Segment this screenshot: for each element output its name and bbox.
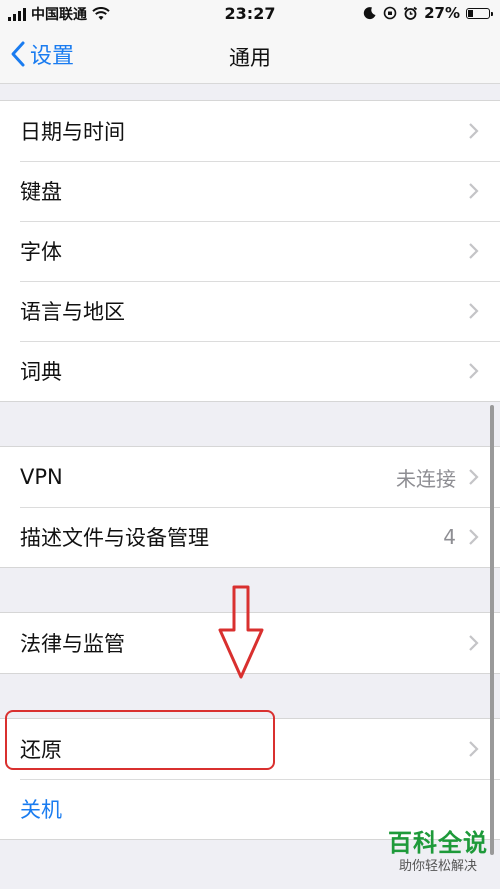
chevron-right-icon <box>469 183 479 199</box>
chevron-right-icon <box>469 635 479 651</box>
chevron-right-icon <box>469 303 479 319</box>
do-not-disturb-icon <box>363 7 376 20</box>
row-date-time[interactable]: 日期与时间 <box>0 101 500 161</box>
row-label: 日期与时间 <box>20 120 125 144</box>
row-label: 描述文件与设备管理 <box>20 526 209 550</box>
row-vpn[interactable]: VPN 未连接 <box>0 447 500 507</box>
row-profiles-device-management[interactable]: 描述文件与设备管理 4 <box>0 507 500 567</box>
battery-fill <box>468 9 474 17</box>
row-label: 字体 <box>20 240 62 264</box>
status-bar: 中国联通 23:27 27% <box>0 0 500 28</box>
chevron-right-icon <box>469 243 479 259</box>
chevron-right-icon <box>469 469 479 485</box>
orientation-lock-icon <box>383 6 397 20</box>
row-fonts[interactable]: 字体 <box>0 221 500 281</box>
row-language-region[interactable]: 语言与地区 <box>0 281 500 341</box>
row-label: 关机 <box>20 798 62 822</box>
chevron-right-icon <box>469 741 479 757</box>
page-title: 通用 <box>229 46 271 70</box>
settings-group-vpn-profiles: VPN 未连接 描述文件与设备管理 4 <box>0 446 500 568</box>
row-value: 未连接 <box>396 466 456 491</box>
chevron-right-icon <box>469 363 479 379</box>
highlight-box-annotation <box>5 710 275 770</box>
nav-bar: 设置 通用 <box>0 28 500 84</box>
scroll-indicator <box>490 405 494 855</box>
row-label: 键盘 <box>20 180 62 204</box>
row-dictionary[interactable]: 词典 <box>0 341 500 401</box>
row-label: 语言与地区 <box>20 300 125 324</box>
row-value: 4 <box>443 525 456 549</box>
battery-icon <box>466 7 493 19</box>
down-arrow-annotation <box>218 585 264 679</box>
chevron-right-icon <box>469 123 479 139</box>
row-label: 词典 <box>20 360 62 384</box>
watermark-logo: 百科全说 助你轻松解决 <box>378 828 498 886</box>
chevron-right-icon <box>469 529 479 545</box>
status-right: 27% <box>363 4 493 22</box>
alarm-icon <box>404 6 418 20</box>
watermark-sub: 助你轻松解决 <box>398 859 477 874</box>
settings-group-general: 日期与时间 键盘 字体 语言与地区 词典 <box>0 100 500 402</box>
row-label: VPN <box>20 465 63 489</box>
watermark-main: 百科全说 <box>388 829 488 857</box>
row-keyboard[interactable]: 键盘 <box>0 161 500 221</box>
battery-percent: 27% <box>424 4 460 22</box>
